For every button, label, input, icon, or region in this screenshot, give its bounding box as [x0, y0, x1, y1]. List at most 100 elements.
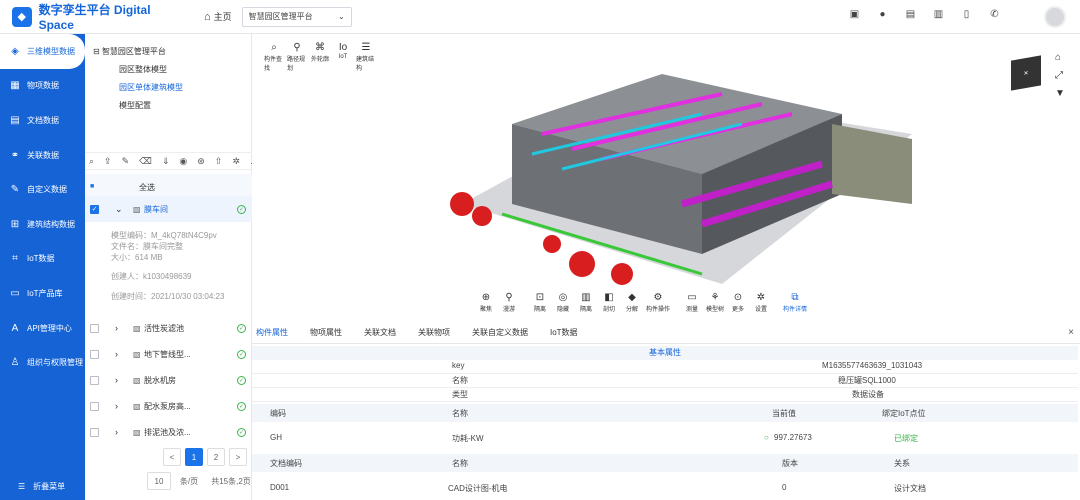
- list-item[interactable]: › ▧ 排泥池及浓... ✓: [85, 419, 252, 445]
- list-item[interactable]: ✓ ⌄ ▧ 膜车间 ✓: [85, 196, 252, 222]
- building-model[interactable]: [402, 54, 922, 304]
- component-detail-button[interactable]: ⧉ 构件详情: [782, 292, 808, 313]
- 3d-viewer[interactable]: ⌕ 构件查找 ⚲ 路径规划 ⌘ 外轮廓 Io IoT ☰ 建筑结构 ✕ ⌂ ⤢ ▼ ⊕ 聚焦…: [252, 34, 1080, 322]
- hide-button[interactable]: ◎ 隐藏: [553, 292, 573, 313]
- sidebar-item-api[interactable]: A API管理中心: [0, 311, 85, 346]
- filter-icon[interactable]: ▼: [1055, 88, 1065, 99]
- settings-button[interactable]: ✲ 设置: [751, 292, 771, 313]
- page-2-button[interactable]: 2: [207, 448, 225, 466]
- project-select[interactable]: 智慧园区管理平台 ⌄: [241, 6, 352, 27]
- tank-red: [472, 206, 492, 226]
- search-icon[interactable]: ⌕: [89, 156, 94, 167]
- sidebar-item-items[interactable]: ▦ 物项数据: [0, 69, 85, 104]
- clipboard-icon[interactable]: ▥: [933, 8, 944, 20]
- chevron-right-icon[interactable]: ›: [115, 375, 125, 385]
- item-checkbox[interactable]: [90, 401, 99, 411]
- item-label: 膜车间: [144, 204, 168, 214]
- item-checkbox[interactable]: [90, 323, 99, 333]
- sidebar-item-org[interactable]: ♙ 组织与权限管理: [0, 345, 85, 380]
- select-all-checkbox[interactable]: ■: [90, 183, 99, 192]
- user-card-icon[interactable]: ▤: [905, 8, 916, 20]
- call-icon[interactable]: ✆: [989, 8, 1000, 20]
- item-label: 活性炭滤池: [144, 323, 184, 333]
- tab-related-docs[interactable]: 关联文档: [364, 327, 396, 338]
- bound-status[interactable]: 已绑定: [894, 433, 918, 444]
- sidebar-item-iot-library[interactable]: ▭ IoT产品库: [0, 276, 85, 311]
- message-icon[interactable]: ●: [877, 8, 888, 20]
- chevron-down-icon[interactable]: ⌄: [115, 204, 125, 215]
- home-view-icon[interactable]: ⌂: [1055, 52, 1061, 63]
- item-checkbox[interactable]: [90, 375, 99, 385]
- avatar[interactable]: [1044, 6, 1066, 28]
- tree-root[interactable]: ⊟ 智慧园区管理平台: [93, 46, 166, 57]
- page-1-button[interactable]: 1: [185, 448, 203, 466]
- tab-item-props[interactable]: 物项属性: [310, 327, 342, 338]
- chevron-right-icon[interactable]: ›: [115, 401, 125, 411]
- sidebar-item-custom[interactable]: ✎ 自定义数据: [0, 172, 85, 207]
- sidebar-item-3d-model[interactable]: ◈ 三维模型数据: [0, 34, 85, 69]
- item-checkbox[interactable]: [90, 427, 99, 437]
- structure-button[interactable]: ☰ 建筑结构: [356, 42, 376, 72]
- item-checkbox[interactable]: ✓: [90, 204, 99, 214]
- screen-icon[interactable]: ▣: [849, 8, 860, 20]
- home-link[interactable]: ⌂ 主页: [204, 10, 232, 23]
- roam-icon: ⚲: [505, 292, 513, 303]
- find-component-button[interactable]: ⌕ 构件查找: [264, 42, 284, 72]
- next-page-button[interactable]: >: [229, 448, 247, 466]
- page-size-select[interactable]: 10: [147, 472, 171, 490]
- tree-node-overall[interactable]: 园区整体模型: [119, 64, 167, 75]
- close-icon[interactable]: ×: [1068, 327, 1074, 338]
- fullscreen-icon[interactable]: ⤢: [1055, 70, 1063, 81]
- collapse-menu-button[interactable]: ☰ 折叠菜单: [18, 481, 65, 492]
- list-item[interactable]: › ▧ 配水泵房高... ✓: [85, 393, 252, 419]
- sidebar-item-docs[interactable]: ▤ 文档数据: [0, 103, 85, 138]
- tab-iot-data[interactable]: IoT数据: [550, 327, 578, 338]
- tree-node-config[interactable]: 模型配置: [119, 100, 151, 111]
- view-cube[interactable]: ✕: [1011, 55, 1041, 91]
- tab-component-props[interactable]: 构件属性: [256, 327, 288, 338]
- chevron-right-icon[interactable]: ›: [115, 427, 125, 437]
- tree-node-building[interactable]: 园区单体建筑模型: [119, 82, 183, 93]
- roam-button[interactable]: ⚲ 漫游: [499, 292, 519, 313]
- path-planning-button[interactable]: ⚲ 路径规划: [287, 42, 307, 72]
- iot-button[interactable]: Io IoT: [333, 42, 353, 72]
- chevron-right-icon[interactable]: ›: [115, 349, 125, 359]
- prev-page-button[interactable]: <: [163, 448, 181, 466]
- view-icon[interactable]: ◉: [179, 156, 187, 167]
- file-name: 文件名：膜车间完整: [111, 242, 183, 251]
- document-icon: ▤: [10, 114, 20, 126]
- upload-icon[interactable]: ⇪: [104, 156, 112, 167]
- component-op-button[interactable]: ⚙ 构件操作: [645, 292, 671, 313]
- tab-related-custom[interactable]: 关联自定义数据: [472, 327, 528, 338]
- settings-icon[interactable]: ✲: [232, 156, 240, 167]
- download-icon[interactable]: ⇓: [162, 156, 170, 167]
- isolate-button[interactable]: ⊡ 隔离: [530, 292, 550, 313]
- phone-device-icon[interactable]: ▯: [961, 8, 972, 20]
- sidebar-item-structure[interactable]: ⊞ 建筑结构数据: [0, 207, 85, 242]
- focus-button[interactable]: ⊕ 聚焦: [476, 292, 496, 313]
- list-item[interactable]: › ▧ 地下管线型... ✓: [85, 341, 252, 367]
- outline-button[interactable]: ⌘ 外轮廓: [310, 42, 330, 72]
- up-icon[interactable]: ⇧: [215, 156, 223, 167]
- edit-icon[interactable]: ✎: [122, 156, 130, 167]
- sidebar-item-iot[interactable]: ⌗ IoT数据: [0, 242, 85, 277]
- more-button[interactable]: ⊙ 更多: [728, 292, 748, 313]
- explode-button[interactable]: ◆ 分解: [622, 292, 642, 313]
- brand[interactable]: ◆ 数字孪生平台 Digital Space: [0, 1, 186, 32]
- item-checkbox[interactable]: [90, 349, 99, 359]
- delete-icon[interactable]: ⌫: [139, 156, 152, 167]
- list-item[interactable]: › ▧ 脱水机房 ✓: [85, 367, 252, 393]
- model-tree-button[interactable]: ⚘ 模型树: [705, 292, 725, 313]
- share-icon[interactable]: ⊛: [197, 156, 205, 167]
- cell-doc-name[interactable]: CAD设计图-机电: [448, 483, 508, 494]
- section-button[interactable]: ◧ 剖切: [599, 292, 619, 313]
- chevron-right-icon[interactable]: ›: [115, 323, 125, 333]
- isolate2-button[interactable]: ▥ 隔离: [576, 292, 596, 313]
- split-icon: ▥: [581, 292, 591, 303]
- check-circle-icon: ✓: [237, 401, 246, 411]
- tab-related-items[interactable]: 关联物项: [418, 327, 450, 338]
- sidebar-item-relations[interactable]: ⚭ 关联数据: [0, 138, 85, 173]
- list-item[interactable]: › ▧ 活性炭滤池 ✓: [85, 315, 252, 341]
- sidebar-item-label: 三维模型数据: [27, 46, 75, 56]
- measure-button[interactable]: ▭ 测量: [682, 292, 702, 313]
